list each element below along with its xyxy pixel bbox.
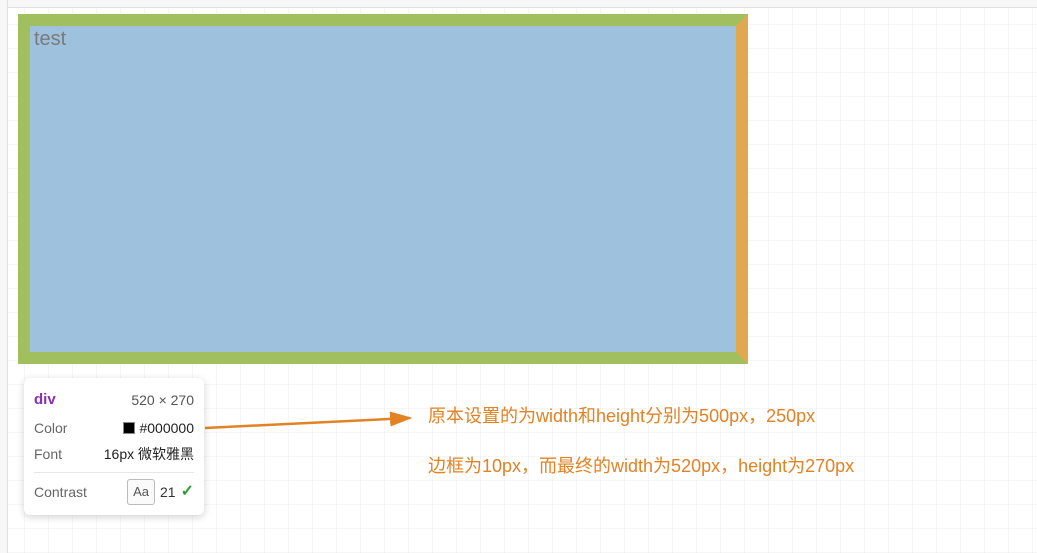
tooltip-color-row: Color #000000 [34, 415, 194, 442]
inspector-tooltip: div 520 × 270 Color #000000 Font 16px 微软… [24, 378, 204, 515]
tooltip-contrast-row: Contrast Aa 21 ✓ [34, 477, 194, 507]
tooltip-color-value: #000000 [123, 415, 194, 442]
tooltip-contrast-label: Contrast [34, 479, 87, 506]
tooltip-font-label: Font [34, 441, 62, 468]
check-icon: ✓ [181, 477, 194, 507]
annotation-line-2: 边框为10px，而最终的width为520px，height为270px [428, 454, 854, 479]
ruler-top [0, 0, 1037, 8]
color-swatch-icon [123, 422, 135, 434]
contrast-ratio-value: 21 [160, 479, 176, 506]
tooltip-contrast-badge: Aa 21 ✓ [127, 477, 194, 507]
inspected-div-text: test [30, 26, 736, 53]
tooltip-header-row: div 520 × 270 [34, 386, 194, 415]
ruler-left [0, 0, 8, 553]
contrast-aa-box: Aa [127, 479, 155, 506]
tooltip-font-value: 16px 微软雅黑 [104, 441, 194, 468]
tooltip-separator [34, 472, 194, 473]
tooltip-dimensions: 520 × 270 [131, 387, 194, 414]
tooltip-color-label: Color [34, 415, 67, 442]
annotation-line-1: 原本设置的为width和height分别为500px，250px [428, 404, 815, 429]
tooltip-font-row: Font 16px 微软雅黑 [34, 441, 194, 468]
tooltip-element-tag: div [34, 386, 56, 415]
tooltip-color-hex: #000000 [139, 420, 194, 436]
inspected-div-box[interactable]: test [18, 14, 748, 364]
